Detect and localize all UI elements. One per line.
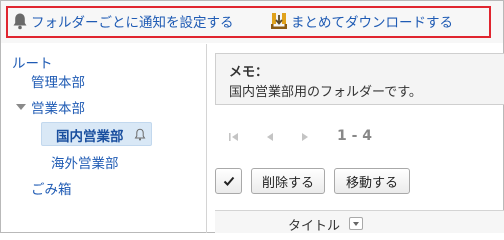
tree-item-sales[interactable]: 営業本部 bbox=[31, 97, 85, 117]
tree-item-trash[interactable]: ごみ箱 bbox=[31, 178, 72, 198]
chevron-down-icon bbox=[353, 222, 359, 226]
triangle-down-icon[interactable] bbox=[15, 101, 27, 113]
table-header: タイトル bbox=[215, 210, 504, 234]
move-button[interactable]: 移動する bbox=[334, 168, 410, 194]
page-range: 1 - 4 bbox=[337, 128, 373, 144]
folder-memo: メモ： 国内営業部用のフォルダーです。 bbox=[215, 53, 504, 105]
bulk-download-label: まとめてダウンロードする bbox=[291, 15, 453, 31]
download-icon bbox=[271, 13, 287, 29]
bulk-download-link[interactable]: まとめてダウンロードする bbox=[270, 10, 453, 32]
select-all-button[interactable] bbox=[215, 168, 242, 194]
delete-button[interactable]: 削除する bbox=[251, 168, 325, 194]
column-header-title[interactable]: タイトル bbox=[288, 215, 340, 234]
sort-dropdown-button[interactable] bbox=[349, 217, 363, 230]
memo-title: メモ： bbox=[229, 65, 269, 80]
notify-settings-label: フォルダーごとに通知を設定する bbox=[31, 15, 234, 31]
tree-item-management[interactable]: 管理本部 bbox=[31, 71, 85, 91]
notify-settings-link[interactable]: フォルダーごとに通知を設定する bbox=[12, 10, 234, 32]
memo-text: 国内営業部用のフォルダーです。 bbox=[229, 85, 422, 100]
folder-tree: ルート 管理本部 営業本部 国内営業部 海外営業部 ごみ箱 bbox=[0, 44, 206, 232]
tree-item-overseas-sales[interactable]: 海外営業部 bbox=[51, 152, 119, 172]
pane-divider[interactable] bbox=[206, 44, 207, 233]
bell-icon bbox=[13, 13, 27, 30]
tree-item-domestic-sales[interactable]: 国内営業部 bbox=[56, 125, 124, 145]
bell-outline-icon[interactable] bbox=[134, 128, 146, 141]
next-page-icon[interactable] bbox=[300, 129, 310, 145]
checkmark-icon bbox=[223, 176, 234, 186]
first-page-icon[interactable] bbox=[228, 129, 240, 145]
tree-item-root[interactable]: ルート bbox=[12, 52, 53, 72]
prev-page-icon[interactable] bbox=[265, 129, 275, 145]
